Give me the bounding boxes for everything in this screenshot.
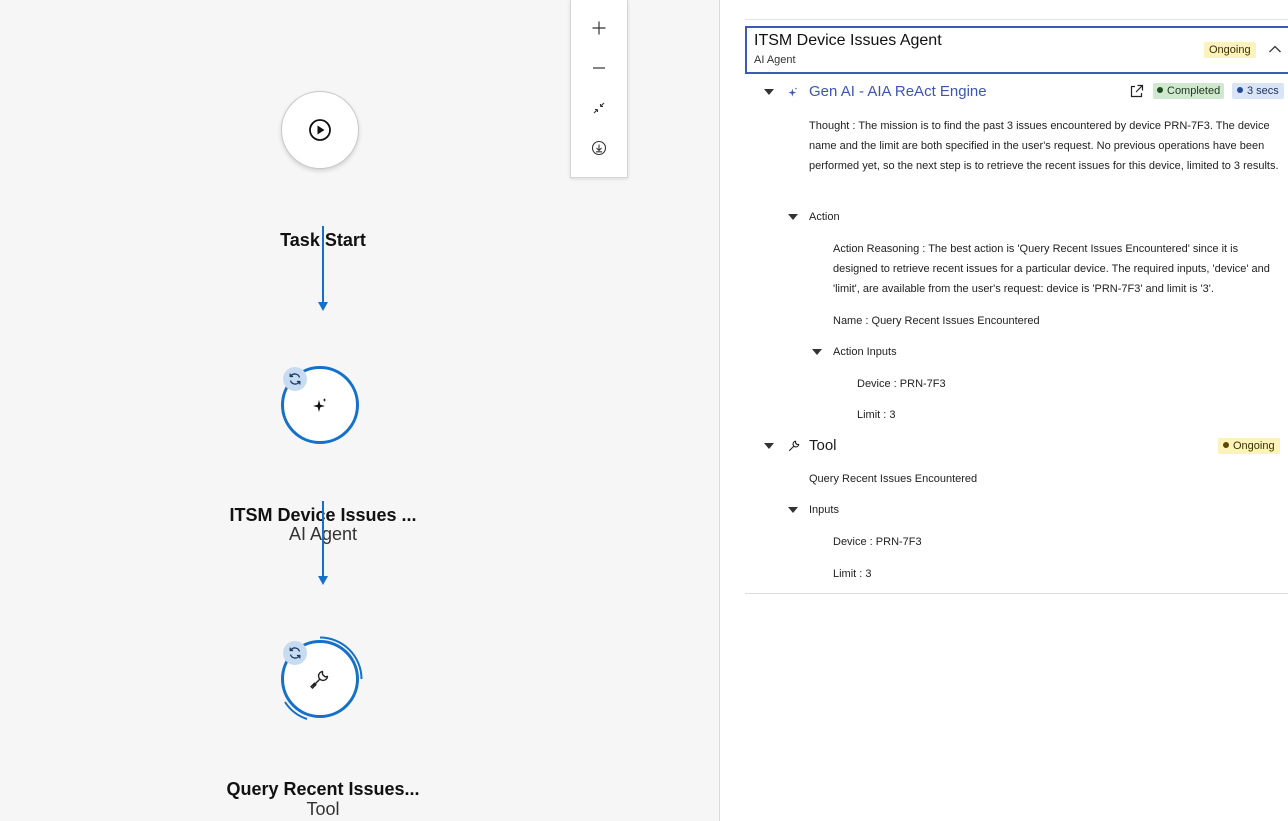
task-start-node[interactable]: [281, 91, 359, 169]
zoom-controls: [570, 0, 628, 178]
status-dot: [1157, 87, 1163, 93]
action-name-text: Name : Query Recent Issues Encountered: [833, 315, 1040, 327]
engine-duration-text: 3 secs: [1247, 85, 1279, 97]
engine-title-link[interactable]: Gen AI - AIA ReAct Engine: [809, 83, 987, 100]
previous-section-cutoff: [745, 0, 1288, 20]
action-inputs-caret-icon[interactable]: [812, 349, 822, 355]
download-button[interactable]: [571, 128, 627, 168]
sync-badge: [283, 641, 307, 665]
tool-node-title: Query Recent Issues...: [226, 779, 420, 799]
details-panel: ITSM Device Issues Agent AI Agent Ongoin…: [721, 0, 1288, 821]
zoom-out-button[interactable]: [571, 48, 627, 88]
workflow-canvas[interactable]: Task Start ITSM Device Issues ... AI Age…: [0, 0, 720, 821]
connector-line: [322, 226, 324, 304]
sparkle-icon: [788, 87, 798, 97]
engine-thought-text: Thought : The mission is to find the pas…: [809, 120, 1279, 172]
connector-line: [322, 501, 324, 578]
agent-title: ITSM Device Issues Agent: [754, 32, 942, 49]
external-link-icon[interactable]: [1129, 84, 1144, 99]
agent-status-badge: Ongoing: [1204, 42, 1256, 58]
fit-view-icon: [593, 102, 605, 114]
status-dot: [1223, 442, 1229, 448]
tool-status-badge: Ongoing: [1218, 438, 1280, 454]
tool-inputs-caret-icon[interactable]: [788, 507, 798, 513]
agent-header[interactable]: ITSM Device Issues Agent AI Agent Ongoin…: [745, 26, 1288, 74]
engine-status-text: Completed: [1167, 85, 1221, 97]
connector-arrow: [318, 576, 328, 585]
fit-view-button[interactable]: [571, 88, 627, 128]
section-divider: [745, 593, 1288, 594]
sync-icon: [289, 647, 301, 659]
action-expand-caret-icon[interactable]: [788, 214, 798, 220]
zoom-out-icon: [593, 67, 605, 69]
sync-icon: [289, 373, 301, 385]
wrench-icon: [788, 440, 800, 452]
action-inputs-label: Action Inputs: [833, 346, 897, 358]
sync-badge: [283, 367, 307, 391]
zoom-in-button[interactable]: [571, 8, 627, 48]
engine-expand-caret-icon[interactable]: [764, 89, 774, 95]
engine-status-badge: Completed: [1153, 83, 1225, 99]
play-icon: [309, 119, 331, 141]
collapse-chevron-up-icon[interactable]: [1268, 44, 1282, 54]
tool-name-text: Query Recent Issues Encountered: [809, 473, 978, 485]
action-input-limit: Limit : 3: [857, 409, 896, 421]
status-dot: [1237, 87, 1243, 93]
zoom-in-icon: [592, 21, 606, 35]
sparkle-icon: [313, 398, 327, 412]
tool-node-subtitle: Tool: [306, 799, 340, 819]
wrench-icon: [310, 670, 329, 689]
agent-subtitle: AI Agent: [754, 54, 796, 66]
tool-input-limit: Limit : 3: [833, 568, 872, 580]
action-reasoning-text: Action Reasoning : The best action is 'Q…: [833, 243, 1270, 295]
action-input-device: Device : PRN-7F3: [857, 378, 946, 390]
tool-status-text: Ongoing: [1233, 440, 1275, 452]
action-label: Action: [809, 211, 840, 223]
tool-expand-caret-icon[interactable]: [764, 443, 774, 449]
tool-input-device: Device : PRN-7F3: [833, 536, 922, 548]
tool-section-title: Tool: [809, 437, 837, 454]
tool-inputs-label: Inputs: [809, 504, 839, 516]
download-icon: [591, 140, 607, 156]
engine-duration-badge: 3 secs: [1232, 83, 1284, 99]
connector-arrow: [318, 302, 328, 311]
